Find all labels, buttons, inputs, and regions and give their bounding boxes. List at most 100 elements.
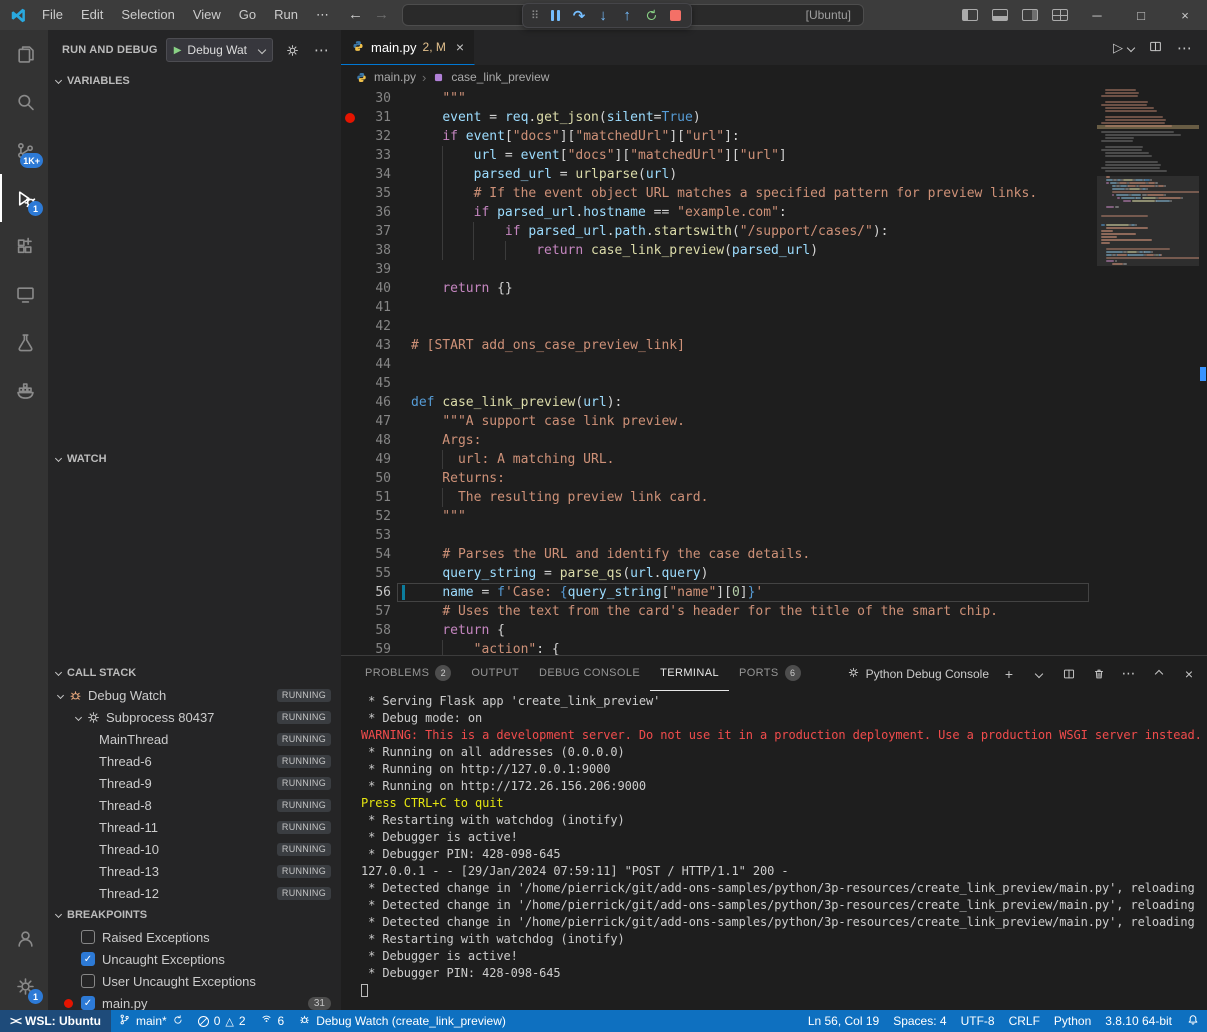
debug-step-over-button[interactable]: ↷	[567, 5, 591, 27]
activity-item-source-control[interactable]: 1K+	[0, 126, 48, 174]
code-line[interactable]: 30 """	[341, 89, 1089, 108]
panel-tab-problems[interactable]: PROBLEMS2	[355, 657, 461, 691]
maximize-button[interactable]: □	[1119, 0, 1163, 30]
gutter[interactable]: 39	[341, 260, 397, 279]
minimap[interactable]	[1097, 89, 1199, 655]
interpreter-indicator[interactable]: 3.8.10 64-bit	[1098, 1010, 1179, 1032]
sidebar-more-actions-icon[interactable]: ⋯	[311, 39, 333, 61]
panel-tab-debug-console[interactable]: DEBUG CONSOLE	[529, 657, 650, 691]
panel-tab-terminal[interactable]: TERMINAL	[650, 657, 729, 691]
kill-terminal-icon[interactable]	[1089, 664, 1109, 684]
gutter[interactable]: 54	[341, 545, 397, 564]
gutter[interactable]: 44	[341, 355, 397, 374]
debug-stop-button[interactable]	[663, 5, 687, 27]
split-editor-icon[interactable]	[1148, 39, 1163, 57]
terminal-profile[interactable]: Python Debug Console	[847, 666, 989, 682]
terminal-prompt[interactable]	[361, 982, 1207, 999]
code-line[interactable]: 43# [START add_ons_case_preview_link]	[341, 336, 1089, 355]
panel-tab-output[interactable]: OUTPUT	[461, 657, 529, 691]
tab-close-icon[interactable]: ×	[456, 39, 464, 55]
maximize-panel-icon[interactable]	[1149, 664, 1169, 684]
gutter[interactable]: 51	[341, 488, 397, 507]
debug-step-out-button[interactable]: ↑	[615, 5, 639, 27]
gutter[interactable]: 55	[341, 564, 397, 583]
gutter[interactable]: 46	[341, 393, 397, 412]
code-line[interactable]: 48 Args:	[341, 431, 1089, 450]
call-stack-row[interactable]: Thread-10RUNNING	[48, 838, 341, 860]
code-line[interactable]: 39	[341, 260, 1089, 279]
activity-item-explorer[interactable]	[0, 30, 48, 78]
code-line[interactable]: 59 "action": {	[341, 640, 1089, 655]
debug-step-into-button[interactable]: ↓	[591, 5, 615, 27]
breadcrumb-item[interactable]: main.py	[374, 70, 416, 84]
code-line[interactable]: 34 parsed_url = urlparse(url)	[341, 165, 1089, 184]
code-line[interactable]: 42	[341, 317, 1089, 336]
breakpoint-row[interactable]: Raised Exceptions	[48, 926, 341, 948]
terminal-dropdown-icon[interactable]	[1029, 664, 1049, 684]
gutter[interactable]: 45	[341, 374, 397, 393]
code-line[interactable]: 41	[341, 298, 1089, 317]
code-line[interactable]: 47 """A support case link preview.	[341, 412, 1089, 431]
code-line[interactable]: 36 if parsed_url.hostname == "example.co…	[341, 203, 1089, 222]
gutter[interactable]: 59	[341, 640, 397, 655]
new-terminal-icon[interactable]: +	[999, 664, 1019, 684]
forward-button[interactable]: →	[374, 0, 389, 30]
split-terminal-icon[interactable]	[1059, 664, 1079, 684]
debug-restart-button[interactable]	[639, 5, 663, 27]
toggle-sidebar-icon[interactable]	[962, 9, 978, 21]
menu-selection[interactable]: Selection	[112, 0, 183, 30]
run-python-file-button[interactable]: ▷	[1113, 40, 1134, 56]
drag-grip-icon[interactable]: ⠿	[527, 9, 543, 22]
activity-item-search[interactable]	[0, 78, 48, 126]
panel-tab-ports[interactable]: PORTS6	[729, 657, 811, 691]
gutter[interactable]: 47	[341, 412, 397, 431]
activity-item-extensions[interactable]	[0, 222, 48, 270]
code-line[interactable]: 54 # Parses the URL and identify the cas…	[341, 545, 1089, 564]
gutter[interactable]: 31	[341, 108, 397, 127]
breakpoint-row[interactable]: ✓Uncaught Exceptions	[48, 948, 341, 970]
code-line[interactable]: 50 Returns:	[341, 469, 1089, 488]
editor-more-actions-icon[interactable]: ⋯	[1177, 39, 1193, 57]
breakpoint-checkbox[interactable]: ✓	[81, 952, 95, 966]
code-line[interactable]: 58 return {	[341, 621, 1089, 640]
menu-go[interactable]: Go	[230, 0, 265, 30]
watch-section-header[interactable]: WATCH	[48, 448, 341, 470]
call-stack-row[interactable]: Thread-8RUNNING	[48, 794, 341, 816]
gutter[interactable]: 49	[341, 450, 397, 469]
code-line[interactable]: 52 """	[341, 507, 1089, 526]
breakpoint-checkbox[interactable]	[81, 930, 95, 944]
customize-layout-icon[interactable]	[1052, 9, 1068, 21]
gutter[interactable]: 30	[341, 89, 397, 108]
call-stack-row[interactable]: Subprocess 80437RUNNING	[48, 706, 341, 728]
code-line[interactable]: 40 return {}	[341, 279, 1089, 298]
menu-view[interactable]: View	[184, 0, 230, 30]
gutter[interactable]: 52	[341, 507, 397, 526]
code-line[interactable]: 49 url: A matching URL.	[341, 450, 1089, 469]
debug-pause-button[interactable]	[543, 5, 567, 27]
terminal[interactable]: * Serving Flask app 'create_link_preview…	[341, 693, 1207, 1006]
toggle-panel-icon[interactable]	[992, 9, 1008, 21]
gutter-breakpoint-zone[interactable]	[341, 113, 359, 123]
code-line[interactable]: 55 query_string = parse_qs(url.query)	[341, 564, 1089, 583]
call-stack-row[interactable]: Thread-13RUNNING	[48, 860, 341, 882]
activity-item-settings[interactable]: 1	[0, 962, 48, 1010]
toggle-secondary-sidebar-icon[interactable]	[1022, 9, 1038, 21]
code-line[interactable]: 57 # Uses the text from the card's heade…	[341, 602, 1089, 621]
gutter[interactable]: 33	[341, 146, 397, 165]
gutter[interactable]: 41	[341, 298, 397, 317]
gutter[interactable]: 36	[341, 203, 397, 222]
gutter[interactable]: 57	[341, 602, 397, 621]
gutter[interactable]: 37	[341, 222, 397, 241]
menu-run[interactable]: Run	[265, 0, 307, 30]
indentation-indicator[interactable]: Spaces: 4	[886, 1010, 953, 1032]
close-panel-icon[interactable]: ×	[1179, 664, 1199, 684]
code-line[interactable]: 46def case_link_preview(url):	[341, 393, 1089, 412]
code-line[interactable]: 32 if event["docs"]["matchedUrl"]["url"]…	[341, 127, 1089, 146]
code-line[interactable]: 37 if parsed_url.path.startswith("/suppo…	[341, 222, 1089, 241]
gutter[interactable]: 43	[341, 336, 397, 355]
call-stack-row[interactable]: Thread-9RUNNING	[48, 772, 341, 794]
breakpoint-checkbox[interactable]	[81, 974, 95, 988]
debug-settings-gear-icon[interactable]	[281, 39, 303, 61]
gutter[interactable]: 42	[341, 317, 397, 336]
minimize-button[interactable]: ─	[1075, 0, 1119, 30]
